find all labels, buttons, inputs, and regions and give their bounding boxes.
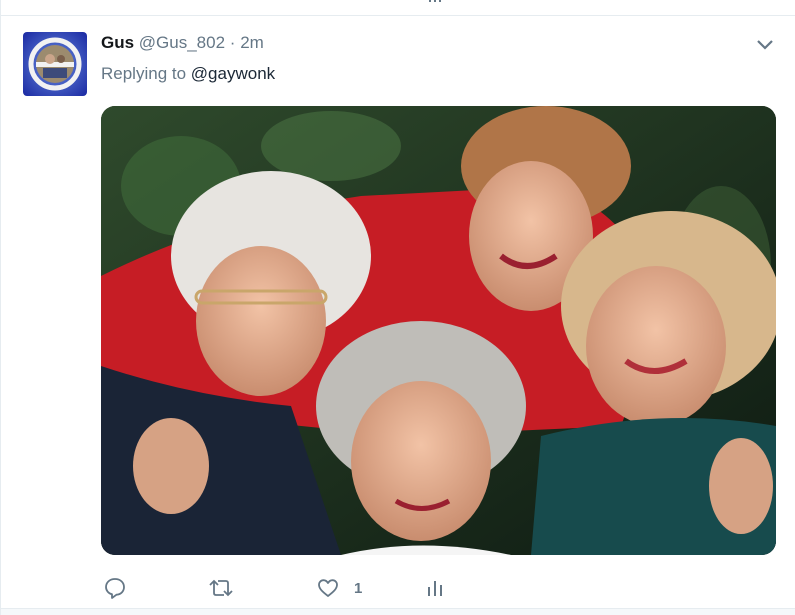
- fullname[interactable]: Gus: [101, 33, 134, 52]
- reply-button[interactable]: [103, 572, 127, 604]
- retweet-icon: [209, 579, 233, 597]
- tweet[interactable]: Gus @Gus_802 · 2m Replying to @gaywonk 1: [1, 16, 795, 608]
- timestamp[interactable]: 2m: [240, 33, 264, 52]
- chevron-down-icon: [757, 40, 773, 50]
- like-count: 1: [354, 579, 363, 597]
- analytics-button[interactable]: [425, 572, 445, 604]
- photo-image: [101, 106, 776, 555]
- analytics-icon: [428, 581, 442, 596]
- tweet-photo[interactable]: [101, 106, 776, 555]
- heart-icon: [318, 579, 338, 597]
- username[interactable]: @Gus_802: [139, 33, 225, 52]
- time-separator: ·: [229, 33, 236, 52]
- mention-link[interactable]: @gaywonk: [191, 64, 275, 83]
- previous-tweet-analytics-icon[interactable]: [427, 0, 443, 4]
- reply-icon: [105, 578, 125, 599]
- timeline: Gus @Gus_802 · 2m Replying to @gaywonk 1: [0, 0, 795, 615]
- retweet-button[interactable]: [207, 572, 235, 604]
- tweet-header: Gus @Gus_802 · 2m: [101, 32, 264, 54]
- avatar[interactable]: [23, 32, 87, 96]
- more-options-caret[interactable]: [756, 38, 774, 52]
- previous-tweet-actions: [1, 0, 795, 16]
- tweet-actions: 1: [101, 572, 776, 604]
- replying-to-label: Replying to: [101, 64, 187, 83]
- like-button[interactable]: 1: [316, 572, 362, 604]
- reply-context: Replying to @gaywonk: [101, 63, 275, 85]
